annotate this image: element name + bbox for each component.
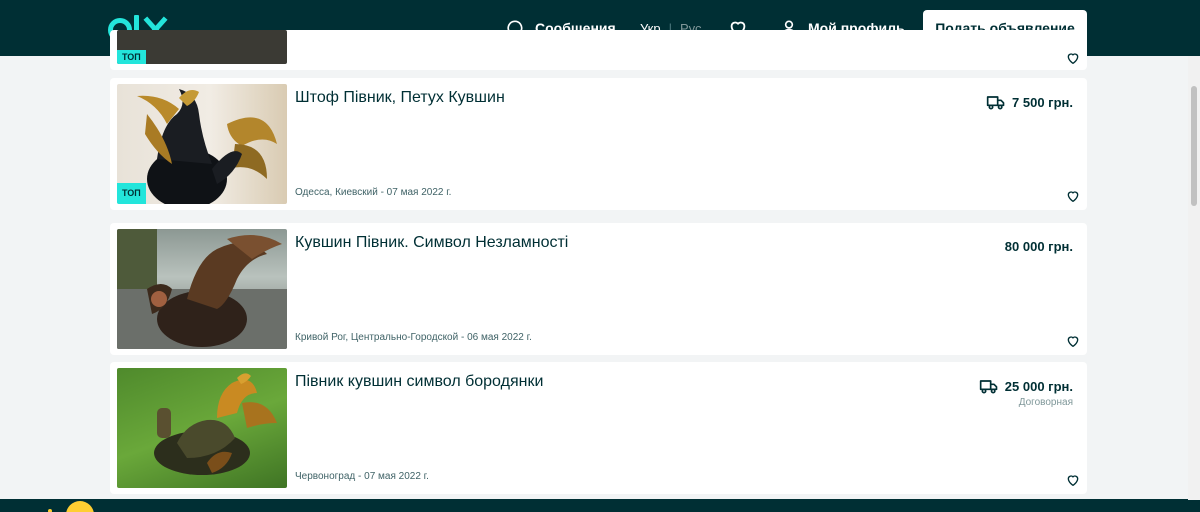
rooster-jug-image — [154, 373, 277, 475]
listing-location-date: Кривой Рог, Центрально-Городской - 06 ма… — [295, 332, 532, 343]
favorite-heart-icon[interactable] — [1065, 472, 1081, 488]
favorite-heart-icon[interactable] — [1065, 333, 1081, 349]
listing-title[interactable]: Штоф Півник, Петух Кувшин — [295, 89, 505, 107]
listing-card[interactable]: Півник кувшин символ бородянки Червоногр… — [110, 362, 1087, 494]
top-badge: ТОП — [117, 50, 146, 64]
price-value: 80 000 грн. — [1004, 239, 1073, 254]
scrollbar-thumb[interactable] — [1191, 86, 1197, 206]
listing-card[interactable]: Кувшин Півник. Символ Незламності Кривой… — [110, 223, 1087, 355]
price-value: 25 000 грн. — [1004, 378, 1073, 394]
listing-price: 25 000 грн. — [979, 378, 1073, 394]
truck-icon — [986, 96, 1005, 110]
favorite-heart-icon[interactable] — [1065, 188, 1081, 204]
favorite-heart-icon[interactable] — [1065, 50, 1081, 66]
listing-title[interactable]: Кувшин Півник. Символ Незламності — [295, 234, 568, 252]
listing-photo[interactable] — [117, 229, 287, 349]
listing-photo[interactable]: ТОП — [117, 30, 287, 64]
footer-band — [0, 499, 1200, 512]
price-value: 7 500 грн. — [1012, 94, 1073, 110]
listing-title[interactable]: Півник кувшин символ бородянки — [295, 373, 543, 391]
listing-location-date: Червоноград - 07 мая 2022 г. — [295, 471, 429, 482]
rooster-jug-image — [117, 229, 287, 349]
listing-card[interactable]: ТОП Штоф Півник, Петух Кувшин Одесса, Ки… — [110, 78, 1087, 210]
top-badge: ТОП — [117, 183, 146, 204]
listing-price: 80 000 грн. — [1005, 239, 1073, 254]
listing-photo[interactable] — [117, 368, 287, 488]
decorative-sun-icon — [48, 501, 94, 512]
listing-card[interactable]: ТОП — [110, 30, 1087, 70]
listing-photo[interactable]: ТОП — [117, 84, 287, 204]
negotiable-label: Договорная — [1018, 397, 1073, 408]
listing-location-date: Одесса, Киевский - 07 мая 2022 г. — [295, 187, 452, 198]
truck-icon — [979, 380, 998, 394]
listing-price: 7 500 грн. — [986, 94, 1073, 110]
page-scrollbar[interactable] — [1188, 56, 1200, 500]
